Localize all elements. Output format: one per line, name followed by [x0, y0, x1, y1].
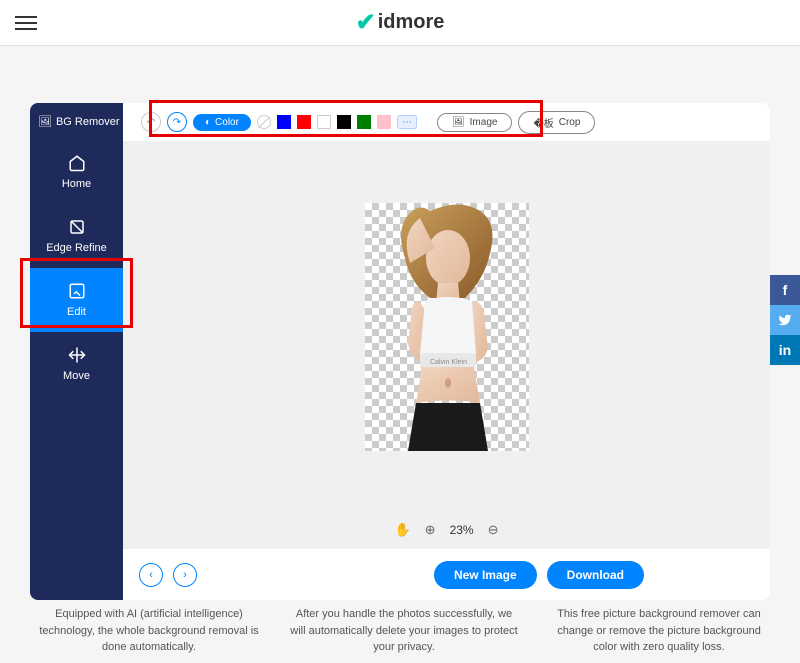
editor-container: 🖼 BG Remover Home Edge Refine Edit Mo	[30, 103, 770, 600]
logo[interactable]: ✔ idmore	[356, 8, 445, 37]
facebook-button[interactable]: f	[770, 275, 800, 305]
subject-image: Calvin Klein	[380, 203, 514, 451]
swatch-white[interactable]	[317, 115, 331, 129]
feature-text-ai: Equipped with AI (artificial intelligenc…	[35, 606, 263, 656]
download-button[interactable]: Download	[547, 561, 644, 589]
bottom-bar: ‹ › New Image Download	[123, 548, 770, 600]
feature-text-quality: This free picture background remover can…	[545, 606, 773, 656]
svg-text:Calvin Klein: Calvin Klein	[430, 359, 467, 366]
linkedin-button[interactable]: in	[770, 335, 800, 365]
more-colors-button[interactable]: ⋯	[397, 115, 417, 129]
bg-remover-icon: 🖼	[38, 115, 52, 128]
swatch-pink[interactable]	[377, 115, 391, 129]
sidebar-item-label: Edge Refine	[46, 242, 107, 254]
sidebar-item-label: Home	[62, 178, 91, 190]
logo-icon: ✔	[356, 8, 376, 37]
undo-button[interactable]: ↶	[141, 112, 161, 132]
swatch-blue[interactable]	[277, 115, 291, 129]
sidebar: 🖼 BG Remover Home Edge Refine Edit Mo	[30, 103, 123, 600]
prev-button[interactable]: ‹	[139, 563, 163, 587]
zoom-bar: ✋ ⊕ 23% ⊖	[123, 512, 770, 548]
sidebar-title: 🖼 BG Remover	[30, 115, 123, 140]
next-button[interactable]: ›	[173, 563, 197, 587]
sidebar-item-label: Edit	[67, 306, 86, 318]
feature-text-privacy: After you handle the photos successfully…	[290, 606, 518, 656]
swatch-red[interactable]	[297, 115, 311, 129]
twitter-button[interactable]	[770, 305, 800, 335]
swatch-black[interactable]	[337, 115, 351, 129]
edge-refine-icon	[68, 218, 86, 236]
new-image-button[interactable]: New Image	[434, 561, 537, 589]
sidebar-item-label: Move	[63, 370, 90, 382]
preview-area: Calvin Klein	[123, 141, 770, 512]
edit-toolbar: ↶ ↷ ◐ Color ⋯ 🖼 Image �板 Crop	[123, 103, 770, 141]
bg-image-button[interactable]: 🖼 Image	[437, 113, 513, 132]
sidebar-item-move[interactable]: Move	[30, 332, 123, 396]
edit-icon	[68, 282, 86, 300]
image-icon: 🖼	[452, 117, 465, 128]
image-preview[interactable]: Calvin Klein	[365, 203, 529, 451]
sidebar-item-edge-refine[interactable]: Edge Refine	[30, 204, 123, 268]
zoom-out-icon[interactable]: ⊖	[488, 522, 499, 538]
redo-button[interactable]: ↷	[167, 112, 187, 132]
palette-icon: ◐	[205, 117, 211, 128]
swatch-none[interactable]	[257, 115, 271, 129]
color-button[interactable]: ◐ Color	[193, 114, 251, 131]
logo-text: idmore	[378, 11, 445, 34]
home-icon	[68, 154, 86, 172]
crop-button[interactable]: �板 Crop	[518, 111, 595, 134]
swatch-green[interactable]	[357, 115, 371, 129]
sidebar-item-edit[interactable]: Edit	[30, 268, 123, 332]
zoom-value: 23%	[450, 523, 474, 537]
canvas-area: ↶ ↷ ◐ Color ⋯ 🖼 Image �板 Crop	[123, 103, 770, 600]
zoom-in-icon[interactable]: ⊕	[425, 522, 436, 538]
pan-icon[interactable]: ✋	[394, 522, 410, 538]
sidebar-item-home[interactable]: Home	[30, 140, 123, 204]
menu-icon[interactable]	[15, 16, 37, 30]
social-buttons: f in	[770, 275, 800, 365]
crop-icon: �板	[533, 115, 553, 130]
top-header: ✔ idmore	[0, 0, 800, 46]
move-icon	[68, 346, 86, 364]
